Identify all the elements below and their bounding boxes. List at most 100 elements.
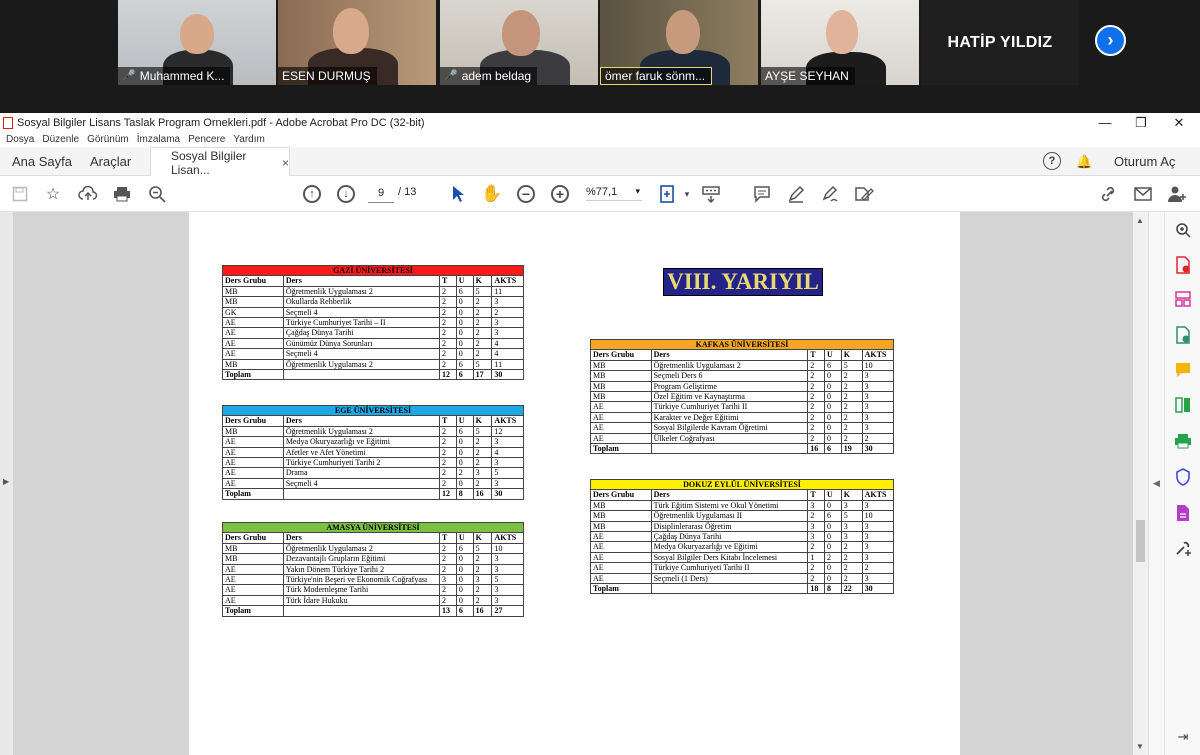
- zoom-out-icon[interactable]: −: [517, 185, 535, 203]
- total-cell: 16: [472, 605, 493, 617]
- close-tab-icon[interactable]: ×: [282, 156, 289, 170]
- table-row: AE Türkiye Cumhuriyeti Tarihi 22023: [222, 457, 524, 469]
- draw-freehand-icon[interactable]: [819, 183, 841, 205]
- scroll-mode-icon[interactable]: [700, 183, 722, 205]
- participant-tile[interactable]: 🎤 Muhammed K...: [118, 0, 276, 85]
- save-icon[interactable]: [9, 183, 31, 205]
- left-panel-toggle[interactable]: ▶: [0, 212, 13, 755]
- right-pane-collapse[interactable]: ◀: [1148, 212, 1164, 755]
- table-cell: 0: [824, 411, 842, 424]
- zoom-level-select[interactable]: %77,1 ▾: [586, 186, 642, 201]
- zoom-tool-icon[interactable]: [1173, 220, 1193, 240]
- compare-files-icon[interactable]: [1173, 395, 1193, 415]
- column-header: AKTS: [491, 415, 524, 427]
- table-cell: Karakter ve Değer Eğitimi: [650, 411, 809, 424]
- table-cell: AE: [222, 563, 284, 576]
- vertical-scrollbar[interactable]: ▲ ▼: [1133, 212, 1148, 755]
- organize-pages-icon[interactable]: [1173, 289, 1193, 309]
- notification-bell-icon[interactable]: 🔔: [1076, 147, 1092, 176]
- print-production-icon[interactable]: [1173, 431, 1193, 451]
- export-pdf-icon[interactable]: [1173, 325, 1193, 345]
- scrollbar-thumb[interactable]: [1136, 520, 1145, 562]
- table-cell: 0: [455, 317, 474, 329]
- more-tools-icon[interactable]: [1173, 538, 1193, 558]
- help-icon[interactable]: ?: [1043, 152, 1061, 170]
- minimize-button[interactable]: —: [1087, 113, 1123, 132]
- restore-button[interactable]: ❐: [1123, 113, 1159, 132]
- table-cell: 2: [439, 358, 457, 371]
- fill-sign-icon[interactable]: [1173, 503, 1193, 523]
- sign-in-button[interactable]: Oturum Aç: [1114, 147, 1175, 176]
- menu-edit[interactable]: Düzenle: [42, 134, 79, 145]
- print-icon[interactable]: [111, 183, 133, 205]
- participant-tile-name-only[interactable]: HATİP YILDIZ: [921, 0, 1079, 85]
- table-cell: 2: [472, 348, 493, 360]
- table-cell: 2: [840, 380, 863, 393]
- scroll-up-icon[interactable]: ▲: [1136, 216, 1144, 225]
- table-cell: 3: [439, 574, 457, 586]
- bookmark-star-icon[interactable]: ☆: [42, 183, 64, 205]
- tab-home[interactable]: Ana Sayfa: [12, 147, 72, 176]
- column-header: Ders: [650, 489, 809, 501]
- upload-cloud-icon[interactable]: [77, 183, 99, 205]
- collapse-pane-icon[interactable]: ⇥: [1173, 727, 1193, 747]
- sign-icon[interactable]: [853, 183, 875, 205]
- participant-tile[interactable]: ömer faruk sönm...: [600, 0, 758, 85]
- next-page-button[interactable]: ›: [1095, 25, 1126, 56]
- table-cell: 2: [807, 370, 825, 382]
- comment-icon[interactable]: [751, 183, 773, 205]
- hand-tool-icon[interactable]: ✋: [481, 183, 503, 205]
- table-row: GK Seçmeli 42022: [222, 306, 524, 319]
- table-cell: 3: [861, 541, 895, 553]
- tab-tools[interactable]: Araçlar: [90, 147, 131, 176]
- next-page-icon[interactable]: ↓: [337, 185, 355, 203]
- scroll-down-icon[interactable]: ▼: [1136, 742, 1144, 751]
- participant-tile[interactable]: AYŞE SEYHAN: [761, 0, 919, 85]
- table-cell: 2: [439, 467, 457, 479]
- table-row: AE Türk Modernleşme Tarihi 2 0 2 3: [222, 584, 524, 596]
- table-cell: 2: [840, 401, 863, 413]
- table-cell: Disiplinlerarası Öğretim: [650, 520, 809, 533]
- total-cell: 6: [824, 443, 842, 455]
- menu-view[interactable]: Görünüm: [87, 134, 129, 145]
- comment-tool-icon[interactable]: [1173, 360, 1193, 380]
- table-cell: 2: [840, 422, 863, 434]
- participant-name-label: 🎤 Muhammed K...: [118, 67, 231, 85]
- previous-page-icon[interactable]: ↑: [303, 185, 321, 203]
- create-pdf-icon[interactable]: [1173, 255, 1193, 275]
- page-number-input[interactable]: 9: [368, 184, 394, 203]
- column-header: U: [455, 532, 474, 544]
- add-user-icon[interactable]: [1166, 183, 1188, 205]
- menu-help[interactable]: Yardım: [233, 134, 265, 145]
- table-cell: MB: [222, 425, 284, 438]
- column-header: K: [472, 532, 493, 544]
- highlight-pen-icon[interactable]: [785, 183, 807, 205]
- page-fit-dropdown-icon[interactable]: ▾: [676, 183, 698, 205]
- total-cell: 16: [472, 488, 493, 500]
- table-cell: 11: [491, 285, 524, 298]
- column-header: T: [439, 532, 457, 544]
- table-cell: 2: [439, 306, 457, 319]
- table-cell: Yakın Dönem Türkiye Tarihi 2: [282, 563, 441, 576]
- email-icon[interactable]: [1132, 183, 1154, 205]
- column-header: K: [840, 489, 863, 501]
- table-cell: 0: [455, 563, 474, 576]
- search-zoom-icon[interactable]: [146, 183, 168, 205]
- zoom-in-icon[interactable]: +: [551, 185, 569, 203]
- participant-tile[interactable]: ESEN DURMUŞ: [278, 0, 436, 85]
- table-cell: 2: [472, 563, 493, 576]
- menu-window[interactable]: Pencere: [188, 134, 225, 145]
- table-cell: 0: [455, 446, 474, 459]
- total-cell: 12: [439, 369, 457, 381]
- menu-file[interactable]: Dosya: [6, 134, 34, 145]
- protect-shield-icon[interactable]: [1173, 467, 1193, 487]
- participant-tile[interactable]: 🎤 adem beldag: [440, 0, 598, 85]
- table-cell: 0: [824, 499, 842, 512]
- menu-sign[interactable]: İmzalama: [137, 134, 180, 145]
- close-window-button[interactable]: ✕: [1161, 113, 1197, 132]
- share-link-icon[interactable]: [1098, 183, 1120, 205]
- table-cell: 2: [439, 584, 457, 596]
- tab-document[interactable]: Sosyal Bilgiler Lisan... ×: [150, 147, 290, 177]
- select-cursor-icon[interactable]: [447, 183, 469, 205]
- table-cell: 0: [455, 327, 474, 339]
